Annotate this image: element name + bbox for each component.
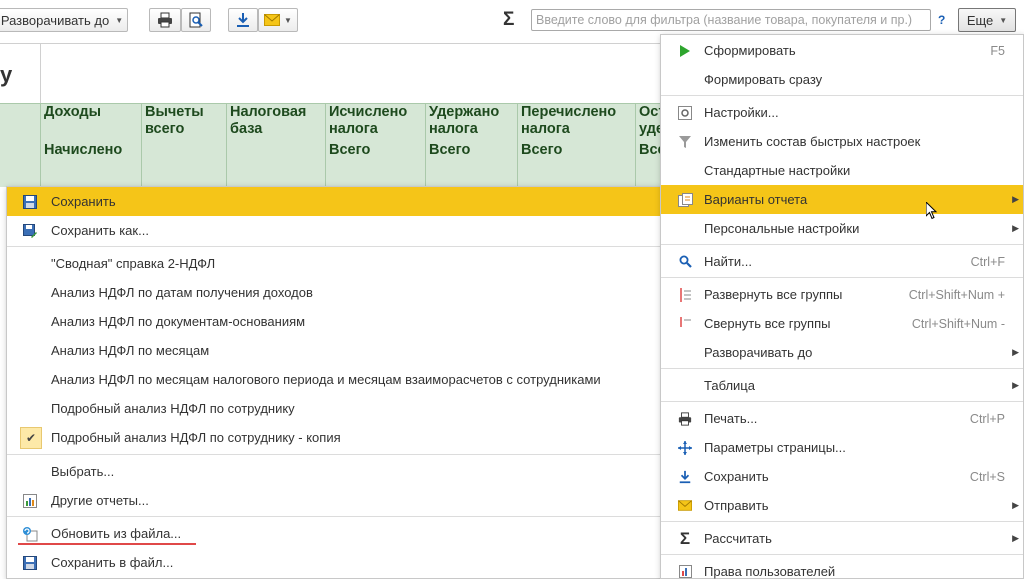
mouse-cursor-icon [926,202,938,220]
column-income: Доходы Начислено [40,103,141,187]
column-transferred: Перечислено налога Всего [517,103,635,187]
more-menu: Сформировать F5 Формировать сразу Настро… [660,34,1024,579]
divider [40,44,41,104]
menu-item-calculate[interactable]: Σ Рассчитать ▶ [661,524,1023,553]
menu-item-page-setup[interactable]: Параметры страницы... [661,433,1023,462]
separator [661,95,1023,96]
separator [661,401,1023,402]
user-rights-icon [677,564,693,579]
print-preview-icon [189,12,203,28]
search-input[interactable] [531,9,931,31]
menu-item-generate-immediately[interactable]: Формировать сразу [661,65,1023,94]
filter-icon [677,134,693,150]
separator [661,368,1023,369]
menu-item-variant[interactable]: Анализ НДФЛ по месяцам налогового период… [7,365,661,394]
separator [661,277,1023,278]
report-title: у [0,62,13,87]
menu-item-find[interactable]: Найти... Ctrl+F [661,247,1023,276]
floppy-icon [22,194,38,210]
collapse-groups-icon [677,316,693,332]
more-label: Еще [966,12,994,28]
chevron-down-icon: ▼ [115,15,124,25]
page-setup-icon [677,440,693,456]
sigma-icon: Σ [679,528,691,548]
column-deductions: Вычеты всего [141,103,226,187]
print-icon [677,411,693,427]
play-icon [677,43,693,59]
menu-item-variant-current[interactable]: ✔ Подробный анализ НДФЛ по сотруднику - … [7,423,661,452]
chevron-right-icon: ▶ [1012,500,1019,510]
menu-item-print[interactable]: Печать... Ctrl+P [661,404,1023,433]
download-icon [677,469,693,485]
menu-item-user-rights[interactable]: Права пользователей [661,557,1023,579]
column-withheld: Удержано налога Всего [425,103,517,187]
menu-item-save[interactable]: Сохранить [7,187,661,216]
separator [7,516,661,517]
menu-item-expand-groups[interactable]: Развернуть все группы Ctrl+Shift+Num + [661,280,1023,309]
expand-groups-icon [677,287,693,303]
menu-item-save-as[interactable]: Сохранить как... [7,216,661,245]
print-preview-button[interactable] [181,8,211,32]
chevron-right-icon: ▶ [1012,347,1019,357]
expand-to-label: Разворачивать до [0,12,110,28]
menu-item-report-variants[interactable]: Варианты отчета ▶ [661,185,1023,214]
menu-item-collapse-groups[interactable]: Свернуть все группы Ctrl+Shift+Num - [661,309,1023,338]
sigma-icon[interactable]: Σ [503,9,514,31]
update-from-file-icon [22,526,38,542]
find-icon [677,254,693,270]
chevron-right-icon: ▶ [1012,194,1019,204]
column-tax-base: Налоговая база [226,103,325,187]
expand-to-dropdown[interactable]: Разворачивать до ▼ [0,8,128,32]
save-button[interactable] [228,8,258,32]
chevron-down-icon: ▼ [284,15,292,25]
menu-item-expand-to[interactable]: Разворачивать до ▶ [661,338,1023,367]
menu-item-save[interactable]: Сохранить Ctrl+S [661,462,1023,491]
menu-item-standard-settings[interactable]: Стандартные настройки [661,156,1023,185]
separator [7,246,661,247]
chevron-right-icon: ▶ [1012,533,1019,543]
chevron-down-icon: ▼ [999,15,1008,25]
menu-item-quick-settings[interactable]: Изменить состав быстрых настроек [661,127,1023,156]
menu-item-table[interactable]: Таблица ▶ [661,371,1023,400]
settings-icon [677,105,693,121]
column-calculated: Исчислено налога Всего [325,103,425,187]
menu-item-variant[interactable]: "Сводная" справка 2-НДФЛ [7,249,661,278]
print-button[interactable] [149,8,181,32]
separator [661,554,1023,555]
menu-item-variant[interactable]: Анализ НДФЛ по месяцам [7,336,661,365]
report-variants-icon [677,192,693,208]
separator [661,244,1023,245]
send-button[interactable]: ▼ [258,8,298,32]
menu-item-variant[interactable]: Анализ НДФЛ по документам-основаниям [7,307,661,336]
reports-icon [22,493,38,509]
printer-icon [158,12,172,28]
chevron-right-icon: ▶ [1012,223,1019,233]
menu-item-settings[interactable]: Настройки... [661,98,1023,127]
red-underline-annotation [18,543,196,545]
menu-item-personal-settings[interactable]: Персональные настройки ▶ [661,214,1023,243]
separator [661,521,1023,522]
mail-icon [677,498,693,514]
menu-item-save-to-file[interactable]: Сохранить в файл... [7,548,661,577]
menu-item-other-reports[interactable]: Другие отчеты... [7,486,661,515]
more-button[interactable]: Еще ▼ [958,8,1016,32]
menu-item-choose[interactable]: Выбрать... [7,457,661,486]
separator [7,454,661,455]
menu-item-generate[interactable]: Сформировать F5 [661,36,1023,65]
check-icon: ✔ [20,426,42,449]
menu-item-variant[interactable]: Подробный анализ НДФЛ по сотруднику [7,394,661,423]
report-variants-submenu: Сохранить Сохранить как... "Сводная" спр… [6,186,662,579]
help-link[interactable]: ? [938,13,945,27]
column-remaining: Ост уде Все [635,103,660,187]
mail-icon [264,14,281,26]
menu-item-send[interactable]: Отправить ▶ [661,491,1023,520]
save-as-icon [22,223,38,239]
save-to-file-icon [22,555,38,571]
menu-item-variant[interactable]: Анализ НДФЛ по датам получения доходов [7,278,661,307]
chevron-right-icon: ▶ [1012,380,1019,390]
toolbar-divider [0,43,660,44]
download-icon [237,13,249,27]
